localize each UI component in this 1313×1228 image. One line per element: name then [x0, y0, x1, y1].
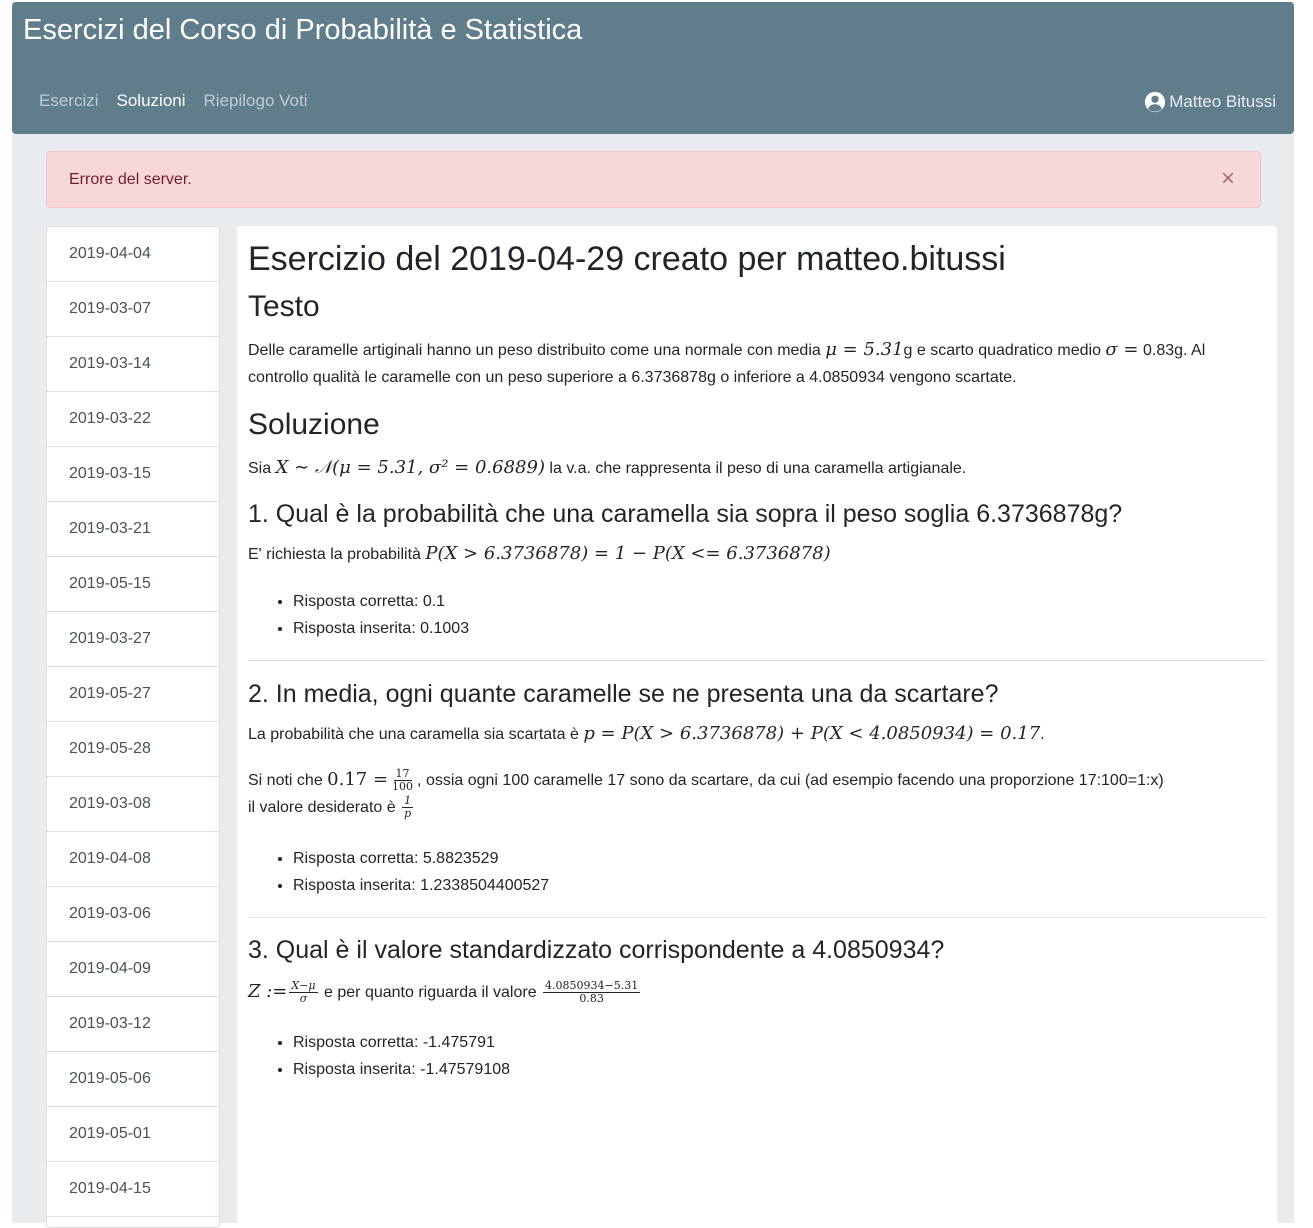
- q1-text-a: E' richiesta la probabilità: [248, 546, 426, 563]
- nav-link-esercizi[interactable]: Esercizi: [39, 91, 99, 111]
- q2-note-math: 0.17 =: [327, 769, 389, 790]
- correct-answer: Risposta corretta: -1.475791: [293, 1029, 510, 1056]
- question-1-title: 1. Qual è la probabilità che una caramel…: [248, 500, 1123, 528]
- sidebar-item-date[interactable]: 2019-03-06: [47, 887, 219, 942]
- fraction-denominator: 100: [392, 780, 414, 794]
- question-2-note: Si noti che 0.17 = 17 100, ossia ogni 100 …: [248, 766, 1266, 821]
- sigma-math: σ =: [1105, 339, 1139, 360]
- inserted-answer: Risposta inserita: 1.2338504400527: [293, 872, 549, 899]
- correct-answer: Risposta corretta: 0.1: [293, 588, 469, 615]
- q2-note-c: il valore desiderato è: [248, 799, 401, 816]
- sidebar-item-date[interactable]: 2019-03-14: [47, 337, 219, 392]
- q2-note-b: , ossia ogni 100 caramelle 17 sono da sc…: [417, 772, 1164, 789]
- user-name: Matteo Bitussi: [1169, 92, 1276, 111]
- q3-math: Z :=: [248, 981, 288, 1002]
- question-1-answers: Risposta corretta: 0.1 Risposta inserita…: [248, 588, 469, 642]
- question-3-text: Z := X−μ σ e per quanto riguarda il valore…: [248, 978, 642, 1006]
- inserted-answer: Risposta inserita: 0.1003: [293, 615, 469, 642]
- q2-text-b: .: [1040, 726, 1045, 743]
- sidebar-item-date[interactable]: 2019-03-21: [47, 502, 219, 557]
- q2-math: p = P(X > 6.3736878) + P(X < 4.0850934) …: [583, 723, 1041, 744]
- question-2-title: 2. In media, ogni quante caramelle se ne…: [248, 680, 999, 708]
- sidebar-item-date[interactable]: 2019-05-28: [47, 722, 219, 777]
- divider: [248, 660, 1266, 661]
- navbar-brand[interactable]: Esercizi del Corso di Probabilità e Stat…: [23, 14, 582, 47]
- distribution-math: X ∼ 𝒩(μ = 5.31, σ² = 0.6889): [275, 457, 545, 478]
- inserted-answer: Risposta inserita: -1.47579108: [293, 1056, 510, 1083]
- sidebar-item-date[interactable]: 2019-05-01: [47, 1107, 219, 1162]
- sidebar-item-date[interactable]: 2019-03-08: [47, 777, 219, 832]
- sol-text-a: Sia: [248, 460, 276, 477]
- sidebar-item-date[interactable]: 2019-04-09: [47, 942, 219, 997]
- sidebar-item-date[interactable]: 2019-05-27: [47, 667, 219, 722]
- user-menu[interactable]: Matteo Bitussi: [1144, 91, 1276, 113]
- q2-text-a: La probabilità che una caramella sia sca…: [248, 726, 584, 743]
- testo-heading: Testo: [248, 290, 320, 323]
- question-3-answers: Risposta corretta: -1.475791 Risposta in…: [248, 1029, 510, 1083]
- sol-text-b: la v.a. che rappresenta il peso di una c…: [544, 460, 967, 477]
- nav-links: Esercizi Soluzioni Riepilogo Voti: [39, 91, 307, 111]
- sidebar-item-date[interactable]: 2019-05-06: [47, 1052, 219, 1107]
- app-frame: Esercizi del Corso di Probabilità e Stat…: [12, 2, 1294, 1228]
- question-3-title: 3. Qual è il valore standardizzato corri…: [248, 936, 945, 964]
- q1-math: P(X > 6.3736878) = 1 − P(X <= 6.3736878): [425, 543, 831, 564]
- soluzione-heading: Soluzione: [248, 408, 380, 441]
- page-title: Esercizio del 2019-04-29 creato per matt…: [248, 240, 1006, 278]
- exercise-content: Esercizio del 2019-04-29 creato per matt…: [237, 226, 1277, 1226]
- testo-text-b: g e scarto quadratico medio: [903, 342, 1106, 359]
- fraction-denominator: p: [404, 807, 412, 821]
- question-1-text: E' richiesta la probabilità P(X > 6.3736…: [248, 540, 831, 568]
- q3-text-a: e per quanto riguarda il valore: [319, 984, 542, 1001]
- sidebar-item-date[interactable]: 2019-05-15: [47, 557, 219, 612]
- testo-text-a: Delle caramelle artiginali hanno un peso…: [248, 342, 826, 359]
- divider: [248, 917, 1266, 918]
- fraction-denominator: 0.83: [579, 992, 604, 1006]
- sidebar-item-date[interactable]: 2019-03-07: [47, 282, 219, 337]
- fraction-value: 4.0850934−5.31 0.83: [543, 980, 641, 1006]
- question-2-answers: Risposta corretta: 5.8823529 Risposta in…: [248, 845, 549, 899]
- user-circle-icon: [1145, 91, 1166, 113]
- mu-math: μ = 5.31: [825, 339, 904, 360]
- fraction-17-100: 17 100: [390, 768, 415, 793]
- soluzione-intro: Sia X ∼ 𝒩(μ = 5.31, σ² = 0.6889) la v.a.…: [248, 454, 966, 482]
- fraction-standardize: X−μ σ: [289, 980, 318, 1006]
- sidebar-item-date[interactable]: 2019-03-22: [47, 392, 219, 447]
- q2-note-a: Si noti che: [248, 772, 328, 789]
- sidebar-item-date[interactable]: 2019-04-15: [47, 1162, 219, 1217]
- question-2-text: La probabilità che una caramella sia sca…: [248, 720, 1045, 748]
- fraction-1-p: 1p: [402, 795, 414, 821]
- sidebar-item-date[interactable]: 2019-03-12: [47, 997, 219, 1052]
- sidebar-item-date[interactable]: 2019-03-15: [47, 447, 219, 502]
- correct-answer: Risposta corretta: 5.8823529: [293, 845, 549, 872]
- error-alert: Errore del server. ×: [46, 151, 1261, 208]
- fraction-denominator: σ: [299, 992, 308, 1006]
- sidebar-item-date[interactable]: 2019-04-04: [47, 227, 219, 282]
- nav-link-soluzioni[interactable]: Soluzioni: [117, 91, 186, 111]
- sidebar-item-date[interactable]: 2019-04-08: [47, 832, 219, 887]
- nav-link-riepilogo-voti[interactable]: Riepilogo Voti: [204, 91, 308, 111]
- close-icon[interactable]: ×: [1221, 167, 1235, 191]
- navbar: Esercizi del Corso di Probabilità e Stat…: [12, 2, 1294, 134]
- sidebar-date-list: 2019-04-04 2019-03-07 2019-03-14 2019-03…: [46, 226, 220, 1228]
- alert-message: Errore del server.: [69, 171, 192, 188]
- testo-paragraph: Delle caramelle artiginali hanno un peso…: [248, 336, 1266, 391]
- sidebar-item-date[interactable]: 2019-03-27: [47, 612, 219, 667]
